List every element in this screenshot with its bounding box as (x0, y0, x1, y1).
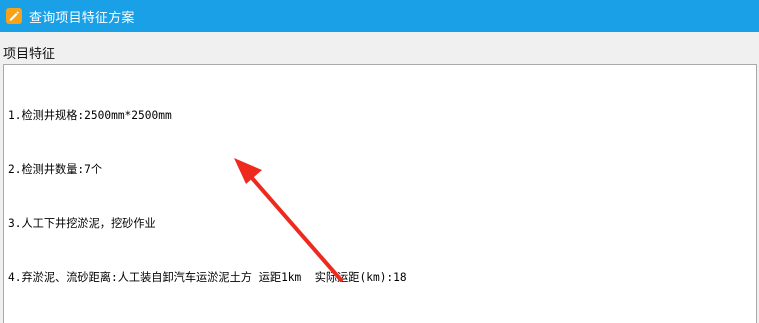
feature-line-4: 4.弃淤泥、流砂距离:人工装自卸汽车运淤泥土方 运距1km 实际运距(km):1… (8, 271, 407, 284)
feature-line-2: 2.检测井数量:7个 (8, 163, 103, 176)
project-feature-label: 项目特征 (3, 47, 56, 62)
project-feature-textarea[interactable]: 1.检测井规格:2500mm*2500mm 2.检测井数量:7个 3.人工下井挖… (3, 64, 757, 323)
window-title: 查询项目特征方案 (29, 10, 135, 26)
dialog-window: 查询项目特征方案 项目特征 1.检测井规格:2500mm*2500mm 2.检测… (0, 0, 759, 323)
feature-line-1: 1.检测井规格:2500mm*2500mm (8, 109, 172, 122)
title-bar[interactable]: 查询项目特征方案 (0, 0, 759, 32)
pencil-edit-icon (6, 8, 22, 24)
feature-line-3: 3.人工下井挖淤泥，挖砂作业 (8, 217, 156, 230)
